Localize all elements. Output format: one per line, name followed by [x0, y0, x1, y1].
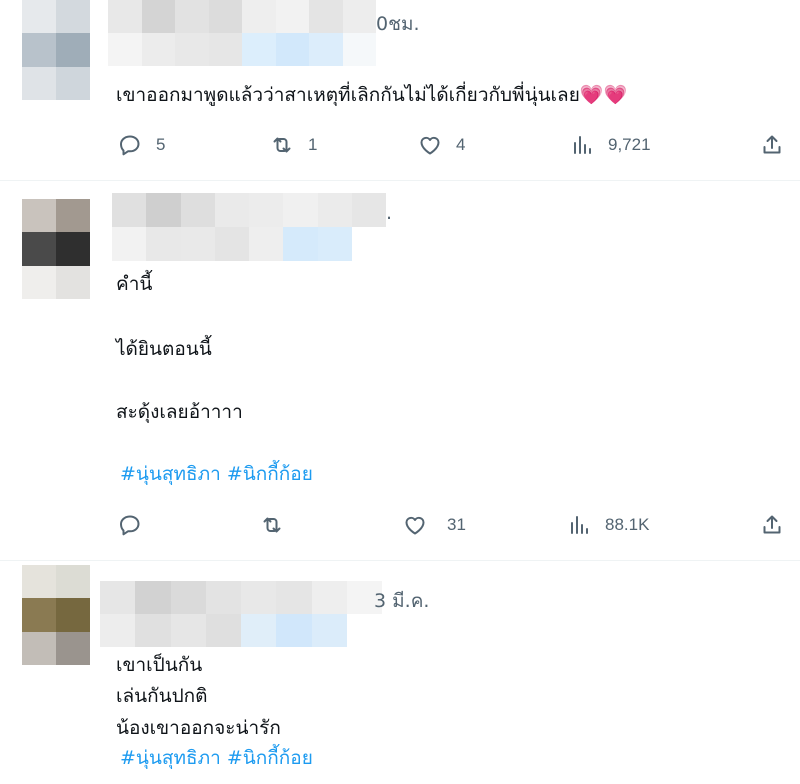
- like-button[interactable]: 4: [418, 130, 465, 160]
- views-count: 88.1K: [605, 515, 650, 534]
- views-icon: [571, 516, 588, 534]
- tweet-text-line: สะดุ้งเลยอ้าาาา: [116, 401, 243, 423]
- like-count: 31: [447, 515, 466, 534]
- views-button[interactable]: 9,721: [570, 130, 651, 160]
- views-icon: [574, 136, 591, 154]
- views-button[interactable]: 88.1K: [567, 510, 649, 540]
- tweet-timestamp[interactable]: 3 มี.ค.: [374, 586, 429, 616]
- avatar[interactable]: [22, 0, 90, 100]
- hashtag-link[interactable]: #นิกกี้ก้อย: [227, 747, 313, 769]
- tweet-actions: 31 88.1K: [0, 510, 800, 540]
- hashtag-link[interactable]: #นิกกี้ก้อย: [227, 463, 313, 485]
- hashtag-link[interactable]: #นุ่นสุทธิภา: [120, 463, 221, 485]
- retweet-button[interactable]: 1: [270, 130, 317, 160]
- reply-icon: [120, 515, 140, 536]
- tweet-timestamp[interactable]: .: [386, 202, 392, 224]
- reply-icon: [120, 135, 140, 156]
- tweet-actions: 5 1 4 9,721: [0, 130, 800, 160]
- share-icon: [763, 515, 781, 534]
- author-name-blurred[interactable]: [112, 193, 386, 261]
- heart-icon: [405, 516, 425, 535]
- retweet-icon: [263, 517, 281, 533]
- tweet-text-line: น้องเขาออกจะน่ารัก: [116, 717, 281, 739]
- author-name-blurred[interactable]: [108, 0, 376, 66]
- tweet-3[interactable]: 3 มี.ค. เขาเป็นกัน เล่นกันปกติ น้องเขาออ…: [0, 561, 800, 784]
- reply-count: 5: [156, 135, 166, 154]
- like-button[interactable]: 31: [403, 510, 466, 540]
- like-count: 4: [456, 135, 466, 154]
- hashtag-link[interactable]: #นุ่นสุทธิภา: [120, 747, 221, 769]
- hashtags: #นุ่นสุทธิภา #นิกกี้ก้อย: [120, 743, 313, 774]
- share-button[interactable]: [760, 130, 784, 160]
- heart-emoji: 💗💗: [579, 84, 628, 106]
- tweet-text: เขาออกมาพูดแล้วว่าสาเหตุที่เลิกกันไม่ได้…: [116, 80, 627, 111]
- retweet-count: 1: [308, 135, 318, 154]
- tweet-2[interactable]: . คำนี้ ได้ยินตอนนี้ สะดุ้งเลยอ้าาาา #นุ…: [0, 181, 800, 560]
- views-count: 9,721: [608, 135, 651, 154]
- share-icon: [763, 135, 781, 154]
- hashtags: #นุ่นสุทธิภา #นิกกี้ก้อย: [120, 459, 313, 490]
- reply-button[interactable]: 5: [118, 130, 165, 160]
- share-button[interactable]: [760, 510, 784, 540]
- reply-button[interactable]: [118, 510, 156, 540]
- author-name-blurred[interactable]: [100, 581, 382, 647]
- tweet-text-line: เขาออกมาพูดแล้วว่าสาเหตุที่เลิกกันไม่ได้…: [116, 84, 580, 106]
- retweet-icon: [273, 137, 291, 153]
- tweet-text-line: ได้ยินตอนนี้: [116, 338, 212, 360]
- tweet-text-line: เล่นกันปกติ: [116, 685, 208, 707]
- tweet-timestamp[interactable]: 0ชม.: [376, 9, 420, 39]
- tweet-text-line: คำนี้: [116, 273, 153, 295]
- avatar[interactable]: [22, 565, 90, 665]
- heart-icon: [420, 136, 440, 155]
- tweet-1[interactable]: 0ชม. เขาออกมาพูดแล้วว่าสาเหตุที่เลิกกันไ…: [0, 0, 800, 180]
- retweet-button[interactable]: [260, 510, 298, 540]
- avatar[interactable]: [22, 199, 90, 299]
- tweet-text-line: เขาเป็นกัน: [116, 654, 203, 676]
